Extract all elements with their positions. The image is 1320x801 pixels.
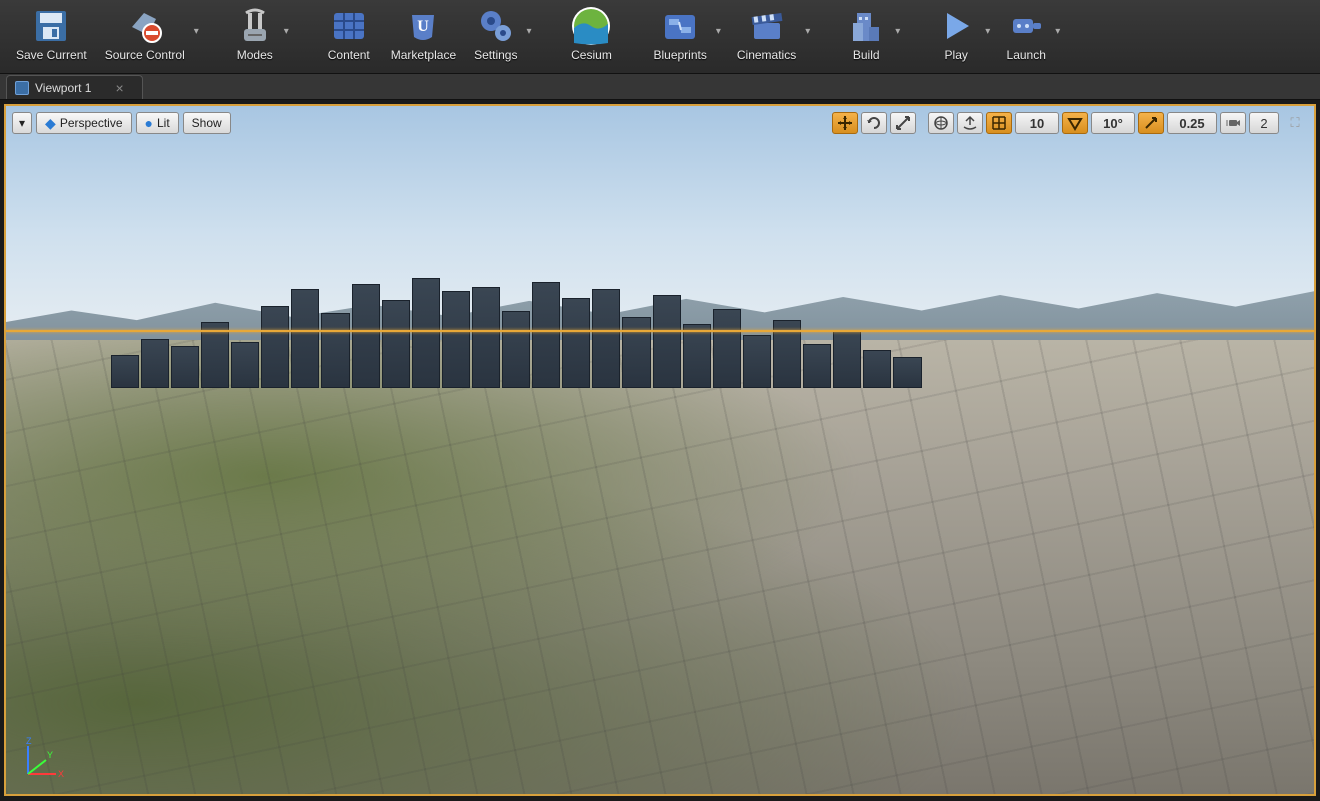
content-icon: [329, 6, 369, 46]
close-icon[interactable]: ×: [115, 80, 123, 96]
chevron-down-icon[interactable]: ▾: [985, 26, 990, 37]
settings-icon: [476, 6, 516, 46]
camera-speed-value[interactable]: 2: [1249, 112, 1279, 134]
chevron-down-icon[interactable]: ▾: [526, 26, 531, 37]
maximize-viewport-button[interactable]: ⛶: [1282, 112, 1308, 134]
transform-scale-button[interactable]: [890, 112, 916, 134]
transform-rotate-button[interactable]: [861, 112, 887, 134]
camera-speed-button[interactable]: [1220, 112, 1246, 134]
launch-icon: [1006, 6, 1046, 46]
sphere-icon: ●: [145, 116, 153, 130]
viewport-controls-right: 10 10° 0.25 2 ⛶: [832, 112, 1308, 134]
cesium-button[interactable]: Cesium: [561, 4, 621, 73]
source-control-button[interactable]: Source Control ▾: [99, 4, 203, 73]
transform-move-button[interactable]: [832, 112, 858, 134]
chevron-down-icon[interactable]: ▾: [194, 26, 199, 37]
surface-snap-button[interactable]: [957, 112, 983, 134]
tab-strip: Viewport 1 ×: [0, 74, 1320, 100]
cesium-icon: [571, 6, 611, 46]
play-icon: [936, 6, 976, 46]
modes-icon: [235, 6, 275, 46]
scene-render: [6, 106, 1314, 794]
viewport-controls-left: ▾ ◆ Perspective ● Lit Show: [12, 112, 231, 134]
build-icon: [846, 6, 886, 46]
viewport[interactable]: ▾ ◆ Perspective ● Lit Show: [4, 104, 1316, 796]
save-current-button[interactable]: Save Current: [10, 4, 93, 73]
chevron-down-icon[interactable]: ▾: [895, 26, 900, 37]
svg-text:Z: Z: [26, 736, 32, 746]
play-button[interactable]: Play ▾: [930, 4, 994, 73]
svg-text:X: X: [58, 769, 64, 779]
blueprints-button[interactable]: Blueprints ▾: [647, 4, 724, 73]
scale-snap-button[interactable]: [1138, 112, 1164, 134]
chevron-down-icon[interactable]: ▾: [1055, 26, 1060, 37]
tab-label: Viewport 1: [35, 81, 91, 95]
rotation-snap-button[interactable]: [1062, 112, 1088, 134]
grid-snap-button[interactable]: [986, 112, 1012, 134]
scale-snap-value[interactable]: 0.25: [1167, 112, 1217, 134]
viewport-tab-icon: [15, 81, 29, 95]
modes-button[interactable]: Modes ▾: [229, 4, 293, 73]
tab-viewport-1[interactable]: Viewport 1 ×: [6, 75, 143, 99]
content-button[interactable]: Content: [319, 4, 379, 73]
save-icon: [31, 6, 71, 46]
cube-icon: ◆: [45, 116, 56, 130]
grid-snap-value[interactable]: 10: [1015, 112, 1059, 134]
source-control-icon: [125, 6, 165, 46]
marketplace-button[interactable]: U Marketplace: [385, 4, 462, 73]
axis-gizmo[interactable]: Z X Y: [16, 734, 66, 784]
svg-text:Y: Y: [47, 750, 53, 760]
svg-text:U: U: [418, 18, 430, 35]
build-button[interactable]: Build ▾: [840, 4, 904, 73]
rotation-snap-value[interactable]: 10°: [1091, 112, 1135, 134]
cinematics-button[interactable]: Cinematics ▾: [731, 4, 814, 73]
chevron-down-icon[interactable]: ▾: [284, 26, 289, 37]
settings-button[interactable]: Settings ▾: [468, 4, 535, 73]
chevron-down-icon[interactable]: ▾: [716, 26, 721, 37]
lit-mode-button[interactable]: ● Lit: [136, 112, 179, 134]
main-toolbar: Save Current Source Control ▾ Modes ▾ Co…: [0, 0, 1320, 74]
perspective-button[interactable]: ◆ Perspective: [36, 112, 131, 134]
coordinate-space-button[interactable]: [928, 112, 954, 134]
viewport-options-dropdown[interactable]: ▾: [12, 112, 32, 134]
blueprints-icon: [660, 6, 700, 46]
cinematics-icon: [747, 6, 787, 46]
marketplace-icon: U: [403, 6, 443, 46]
show-button[interactable]: Show: [183, 112, 231, 134]
chevron-down-icon[interactable]: ▾: [805, 26, 810, 37]
launch-button[interactable]: Launch ▾: [1000, 4, 1064, 73]
